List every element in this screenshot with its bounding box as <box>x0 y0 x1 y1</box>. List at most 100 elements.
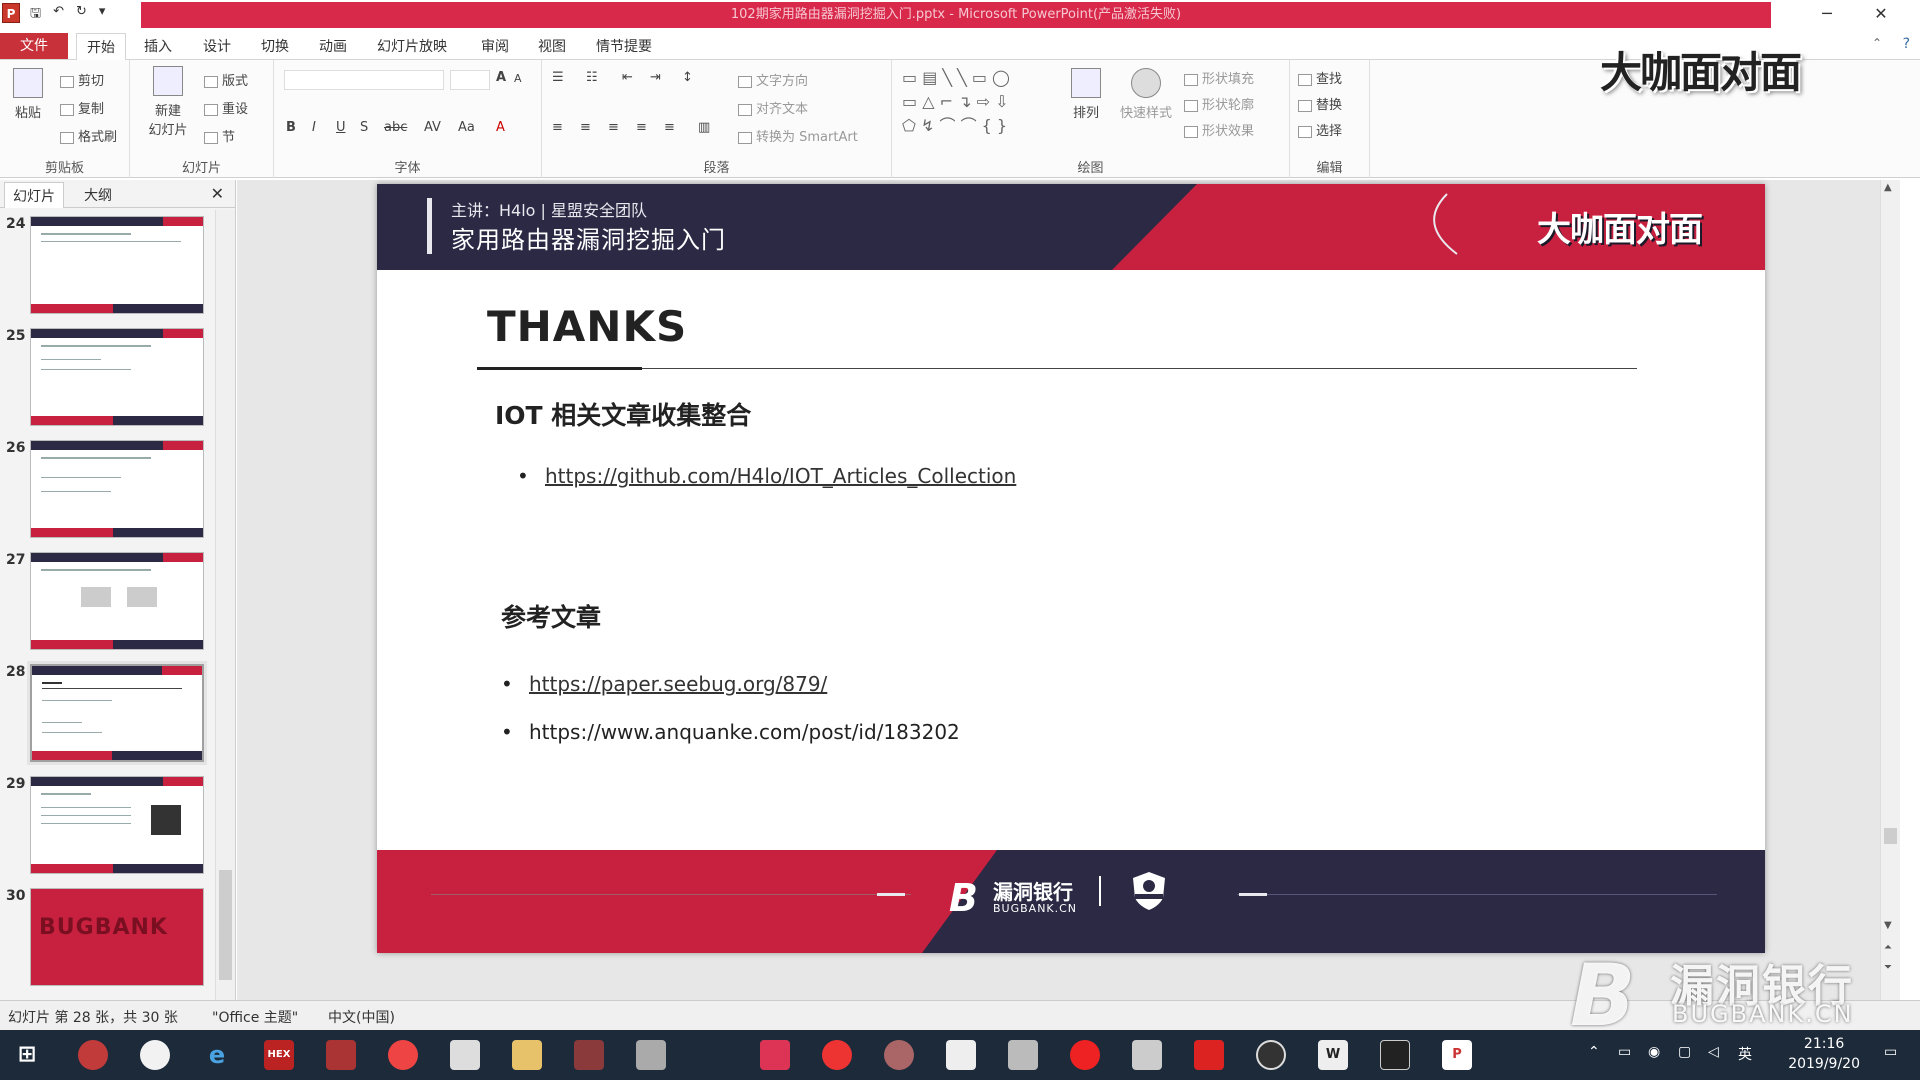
close-icon[interactable]: ✕ <box>211 184 224 203</box>
select-button[interactable]: 选择 <box>1298 120 1342 139</box>
app-icon[interactable] <box>78 1040 108 1070</box>
word-icon[interactable]: W <box>1318 1040 1348 1070</box>
minimize-icon[interactable]: ─ <box>1812 4 1842 23</box>
security-icon[interactable]: ◉ <box>1648 1044 1660 1060</box>
undo-icon[interactable]: ↶ <box>53 4 64 26</box>
align-text-button[interactable]: 对齐文本 <box>738 98 808 117</box>
netease-music-icon[interactable] <box>1070 1040 1100 1070</box>
save-icon[interactable]: 🖫 <box>30 4 41 26</box>
align-center-icon[interactable]: ≡ <box>580 120 591 135</box>
redo-icon[interactable]: ↻ <box>76 4 87 26</box>
tab-home[interactable]: 开始 <box>76 33 126 61</box>
folder-icon[interactable] <box>512 1040 542 1070</box>
help-icon[interactable]: ? <box>1903 36 1910 52</box>
font-size-dropdown[interactable] <box>450 70 490 90</box>
tab-slideshow[interactable]: 幻灯片放映 <box>377 36 447 56</box>
app-icon[interactable] <box>822 1040 852 1070</box>
bold-icon[interactable]: B <box>286 120 296 135</box>
align-left-icon[interactable]: ≡ <box>552 120 563 135</box>
powerpoint-icon[interactable]: P <box>1442 1040 1472 1070</box>
ime-indicator[interactable]: 英 <box>1738 1044 1752 1064</box>
text-direction-button[interactable]: 文字方向 <box>738 70 808 89</box>
obs-icon[interactable] <box>1256 1040 1286 1070</box>
shape-fill-button[interactable]: 形状填充 <box>1184 68 1254 87</box>
slide-thumbnail[interactable]: BUGBANK <box>30 888 204 986</box>
columns-icon[interactable]: ▥ <box>698 120 710 135</box>
tab-storyboarding[interactable]: 情节提要 <box>596 36 652 56</box>
bullets-icon[interactable]: ☰ <box>552 70 564 85</box>
tab-insert[interactable]: 插入 <box>144 36 172 56</box>
ie-icon[interactable]: e <box>202 1040 232 1070</box>
slide-thumbnail[interactable] <box>30 216 204 314</box>
numbering-icon[interactable]: ☷ <box>586 70 598 85</box>
clock[interactable]: 21:16 2019/9/20 <box>1788 1034 1860 1074</box>
panel-scrollbar[interactable] <box>215 210 235 1000</box>
font-name-dropdown[interactable] <box>284 70 444 90</box>
battery-icon[interactable]: ▭ <box>1618 1044 1631 1060</box>
app-icon[interactable] <box>760 1040 790 1070</box>
app-icon[interactable] <box>946 1040 976 1070</box>
shape-outline-button[interactable]: 形状轮廓 <box>1184 94 1254 113</box>
shrink-font-icon[interactable]: A <box>514 72 522 85</box>
tab-view[interactable]: 视图 <box>538 36 566 56</box>
language-indicator[interactable]: 中文(中国) <box>328 1007 395 1027</box>
align-right-icon[interactable]: ≡ <box>608 120 619 135</box>
grow-font-icon[interactable]: A <box>496 70 506 85</box>
app-icon[interactable] <box>1194 1040 1224 1070</box>
bullet-link-anquanke[interactable]: • https://www.anquanke.com/post/id/183202 <box>501 720 960 744</box>
app-icon[interactable] <box>574 1040 604 1070</box>
increase-indent-icon[interactable]: ⇥ <box>650 70 661 85</box>
ribbon-collapse-icon[interactable]: ⌃ <box>1872 36 1882 50</box>
slide-title[interactable]: THANKS <box>487 302 687 351</box>
char-spacing-icon[interactable]: AV <box>424 120 441 135</box>
app-icon[interactable] <box>140 1040 170 1070</box>
app-icon[interactable] <box>636 1040 666 1070</box>
bullet-link-github[interactable]: • https://github.com/H4lo/IOT_Articles_Co… <box>517 464 1016 488</box>
hex-icon[interactable]: HEX <box>264 1040 294 1070</box>
section-heading-references[interactable]: 参考文章 <box>501 598 601 634</box>
section-heading-iot[interactable]: IOT 相关文章收集整合 <box>495 396 751 432</box>
strikethrough-icon[interactable]: abc <box>384 120 407 135</box>
change-case-icon[interactable]: Aa <box>458 120 475 135</box>
section-button[interactable]: 节 <box>204 126 235 145</box>
customize-qat-icon[interactable]: ▾ <box>99 4 106 26</box>
arrange-button[interactable]: 排列 <box>1068 68 1104 121</box>
copy-button[interactable]: 复制 <box>60 98 104 117</box>
new-slide-button[interactable]: 新建 幻灯片 <box>140 66 196 138</box>
tab-outline[interactable]: 大纲 <box>84 185 112 205</box>
bullet-link-seebug[interactable]: • https://paper.seebug.org/879/ <box>501 672 827 696</box>
layout-button[interactable]: 版式 <box>204 70 248 89</box>
volume-icon[interactable]: ◁ <box>1708 1044 1719 1060</box>
slide-thumbnail[interactable] <box>30 440 204 538</box>
tab-file[interactable]: 文件 <box>0 33 68 59</box>
app-icon[interactable] <box>326 1040 356 1070</box>
network-icon[interactable]: ▢ <box>1678 1044 1691 1060</box>
format-painter-button[interactable]: 格式刷 <box>60 126 117 145</box>
canvas-scrollbar[interactable]: ▲ ▼ ⏶ ⏷ <box>1880 180 1900 1000</box>
paste-button[interactable]: 粘贴 <box>8 68 48 121</box>
shadow-icon[interactable]: S <box>360 120 368 135</box>
theme-name[interactable]: "Office 主题" <box>212 1007 298 1027</box>
slide-thumbnail[interactable] <box>30 776 204 874</box>
app-icon[interactable] <box>450 1040 480 1070</box>
app-icon[interactable] <box>1008 1040 1038 1070</box>
powerpoint-app-icon[interactable]: P <box>2 3 20 23</box>
tab-transitions[interactable]: 切换 <box>261 36 289 56</box>
notification-icon[interactable]: ▭ <box>1884 1044 1897 1060</box>
scroll-up-icon[interactable]: ▲ <box>1884 182 1892 193</box>
cmd-icon[interactable] <box>1380 1040 1410 1070</box>
slide-thumbnail[interactable] <box>30 552 204 650</box>
cut-button[interactable]: 剪切 <box>60 70 104 89</box>
close-window-icon[interactable]: ✕ <box>1866 4 1896 23</box>
tray-expand-icon[interactable]: ⌃ <box>1588 1044 1600 1060</box>
line-spacing-icon[interactable]: ↕ <box>682 70 693 85</box>
find-button[interactable]: 查找 <box>1298 68 1342 87</box>
shapes-gallery[interactable]: ▭ ▤ ╲ ╲ ▭ ◯ ▭ △ ⌐ ↴ ⇨ ⇩ ⬠ ↯ ⌒ ⌒ { } <box>902 66 1052 142</box>
slide-thumbnail-selected[interactable] <box>27 661 207 765</box>
quick-styles-button[interactable]: 快速样式 <box>1116 68 1176 121</box>
decrease-indent-icon[interactable]: ⇤ <box>622 70 633 85</box>
app-icon[interactable] <box>1132 1040 1162 1070</box>
start-icon[interactable]: ⊞ <box>12 1040 42 1070</box>
distribute-icon[interactable]: ≡ <box>664 120 675 135</box>
justify-icon[interactable]: ≡ <box>636 120 647 135</box>
